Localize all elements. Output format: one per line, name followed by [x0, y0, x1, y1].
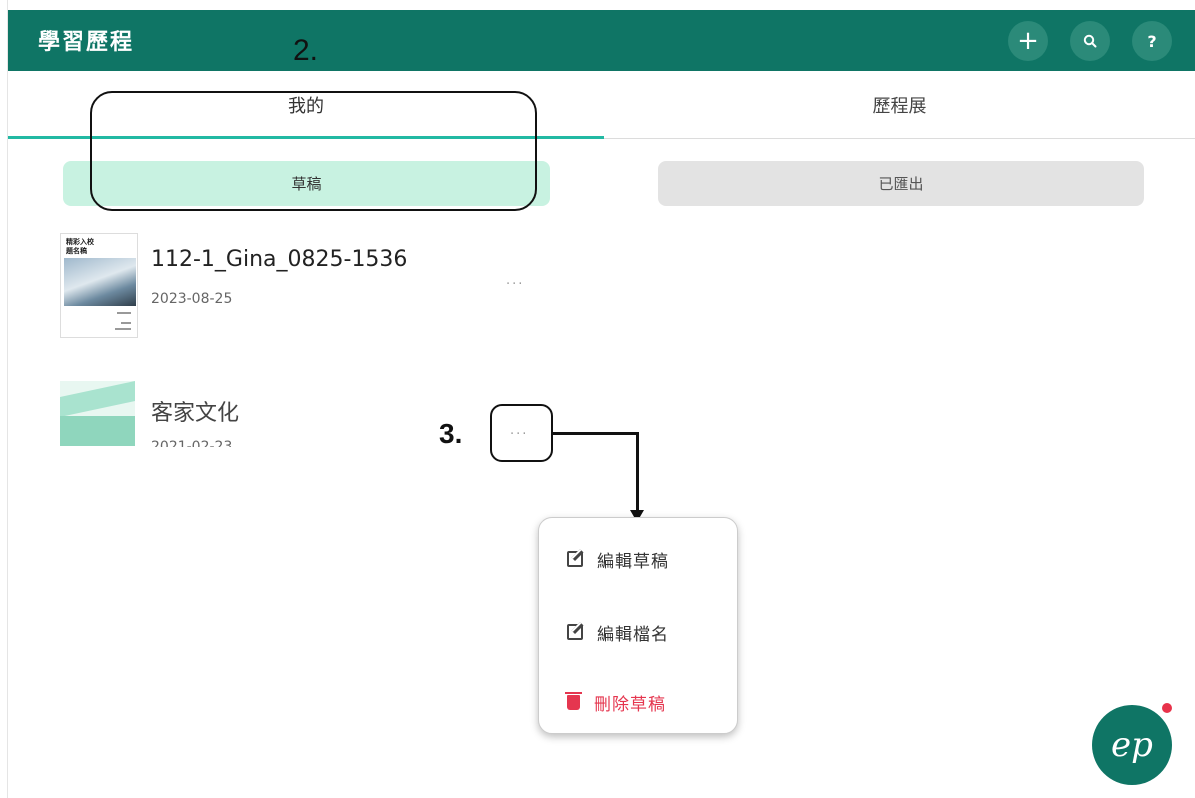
- menu-item-label: 刪除草稿: [594, 694, 666, 715]
- menu-item-delete-draft[interactable]: 刪除草稿: [565, 687, 666, 717]
- annotation-step3: 3.: [439, 418, 463, 449]
- app-title: 學習歷程: [38, 30, 135, 55]
- page: 學習歷程 + ? 我的 歷程展 草稿 已匯出 精彩入校 題名稿 112-1_Gi…: [0, 0, 1195, 798]
- menu-item-label: 編輯檔名: [597, 624, 669, 645]
- annotation-step2: 2.: [293, 34, 319, 67]
- edit-icon: [567, 551, 583, 567]
- menu-item-label: 編輯草稿: [597, 551, 669, 572]
- context-menu: 編輯草稿 編輯檔名 刪除草稿: [538, 517, 738, 734]
- thumbnail-photo: [64, 258, 136, 306]
- thumbnail-line: [117, 312, 131, 314]
- ep-logo-button[interactable]: ep: [1092, 705, 1172, 785]
- item-thumbnail: 精彩入校 題名稿: [60, 233, 138, 338]
- menu-item-edit-filename[interactable]: 編輯檔名: [567, 617, 669, 647]
- thumbnail-band: [60, 381, 135, 417]
- search-button[interactable]: [1070, 21, 1110, 61]
- item-date: 2023-08-25: [151, 291, 233, 307]
- tab-exhibition-label: 歷程展: [872, 96, 927, 117]
- thumbnail-line: [115, 328, 131, 330]
- app-header: 學習歷程 + ?: [8, 10, 1195, 71]
- list-item[interactable]: 客家文化 2021-02-23 ···: [60, 381, 560, 447]
- annotation-connector: [636, 432, 639, 512]
- list-item[interactable]: 精彩入校 題名稿 112-1_Gina_0825-1536 2023-08-25…: [60, 233, 560, 343]
- exported-button[interactable]: 已匯出: [658, 161, 1144, 206]
- ep-logo-icon: ep: [1111, 725, 1153, 765]
- thumbnail-line: [121, 322, 131, 324]
- trash-icon: [565, 691, 582, 710]
- tab-exhibition[interactable]: 歷程展: [604, 71, 1195, 139]
- plus-icon: +: [1017, 26, 1039, 56]
- item-title: 客家文化: [151, 401, 240, 426]
- item-title: 112-1_Gina_0825-1536: [151, 247, 408, 272]
- add-button[interactable]: +: [1008, 21, 1048, 61]
- more-options-button[interactable]: ···: [506, 277, 524, 292]
- thumbnail-text: 精彩入校 題名稿: [66, 238, 94, 255]
- notification-dot: [1162, 703, 1172, 713]
- help-icon: ?: [1147, 31, 1157, 51]
- help-button[interactable]: ?: [1132, 21, 1172, 61]
- exported-label: 已匯出: [878, 175, 924, 193]
- item-thumbnail: [60, 381, 135, 446]
- annotation-box-step2: [90, 91, 537, 211]
- search-icon: [1083, 34, 1097, 48]
- edit-icon: [567, 624, 583, 640]
- item-date: 2021-02-23: [151, 439, 233, 447]
- annotation-box-step3: [490, 404, 553, 462]
- annotation-connector: [553, 432, 638, 435]
- menu-item-edit-draft[interactable]: 編輯草稿: [567, 544, 669, 574]
- thumbnail-band: [60, 416, 135, 446]
